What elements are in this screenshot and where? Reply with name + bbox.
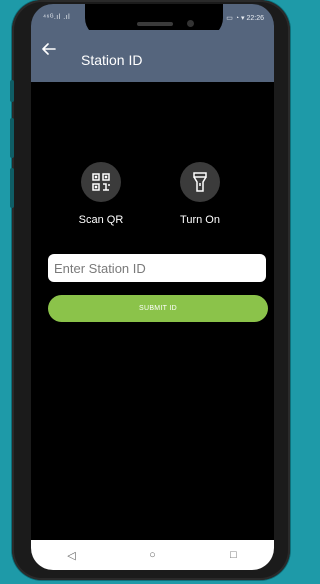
status-signal: ⁴⁶ᴳ.ıl .ıl [43,14,71,21]
phone-screen: ⁴⁶ᴳ.ıl .ıl ▭ ◔ ▾ 22:26 Station ID Scan Q… [31,4,274,570]
qr-code-icon[interactable] [81,162,121,202]
nav-back-icon[interactable]: ◁ [57,549,87,562]
side-button [10,80,14,102]
side-button [10,168,14,208]
nav-recents-icon[interactable]: □ [219,549,249,561]
flashlight-icon[interactable] [180,162,220,202]
nav-home-icon[interactable]: ○ [138,549,168,561]
front-camera [187,20,194,27]
page-title: Station ID [81,52,143,68]
station-id-input[interactable] [48,254,266,282]
scan-qr-label: Scan QR [78,214,124,226]
app-bar: Station ID [31,30,274,82]
back-arrow-icon[interactable] [42,41,56,61]
submit-id-button[interactable]: SUBMIT ID [48,295,268,322]
side-button [10,118,14,158]
scan-qr-button[interactable]: Scan QR [61,162,141,226]
turn-on-label: Turn On [180,214,220,226]
status-time: ▭ ◔ ▾ 22:26 [226,15,264,22]
speaker [137,22,173,26]
system-nav-bar: ◁ ○ □ [31,540,274,570]
turn-on-button[interactable]: Turn On [160,162,240,226]
